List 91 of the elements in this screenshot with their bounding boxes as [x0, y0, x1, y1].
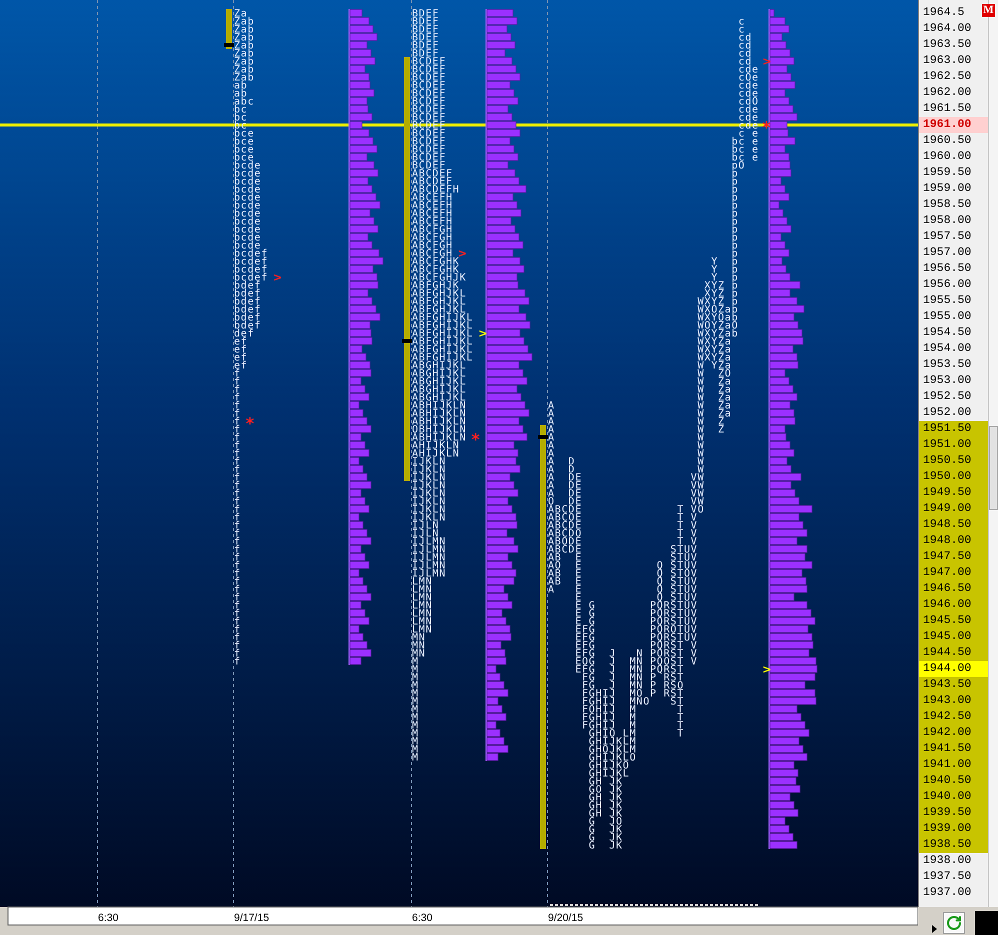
tpo-letters: p — [732, 264, 738, 276]
tpo-letters: e — [752, 128, 759, 140]
price-label: 1943.00 — [919, 693, 988, 709]
price-label: 1950.50 — [919, 453, 988, 469]
price-label: 1950.00 — [919, 469, 988, 485]
tpo-letters: p — [732, 192, 738, 204]
price-label: 1945.50 — [919, 613, 988, 629]
price-label: 1951.00 — [919, 437, 988, 453]
tpo-letters: p — [732, 288, 738, 300]
star-marker: * — [246, 414, 254, 433]
tpo-letters: e — [752, 152, 759, 164]
tpo-letters: PQROTUV — [650, 624, 698, 636]
tpo-letters: Q — [656, 592, 664, 604]
time-label: 6:30 — [98, 912, 118, 924]
price-label: 1941.00 — [919, 757, 988, 773]
tpo-letters: p — [732, 280, 738, 292]
price-label: 1939.00 — [919, 821, 988, 837]
price-label: 1945.00 — [919, 629, 988, 645]
time-label: 6:30 — [412, 912, 432, 924]
tpo-letters: PQOST — [650, 656, 684, 668]
price-label: 1949.00 — [919, 501, 988, 517]
price-label: 1948.00 — [919, 533, 988, 549]
tpo-letters: PQRSTUV — [650, 608, 698, 620]
star-marker: * — [471, 430, 480, 449]
scrollbar-thumb[interactable] — [989, 426, 998, 510]
tpo-letters: T — [677, 728, 684, 740]
tpo-letters: c — [738, 16, 746, 28]
tpo-letters: p — [732, 200, 738, 212]
tpo-letters: PQRST — [650, 664, 684, 676]
refresh-button[interactable] — [943, 912, 965, 934]
tpo-letters: G — [588, 840, 596, 852]
price-label: 1946.00 — [919, 597, 988, 613]
tpo-letters: Z — [718, 424, 725, 436]
time-label: 9/20/15 — [548, 912, 584, 924]
price-label: 1948.50 — [919, 517, 988, 533]
tpo-letters: p — [732, 232, 738, 244]
tpo-letters: Q — [656, 584, 664, 596]
tpo-letters: p — [732, 216, 738, 228]
price-label: 1940.00 — [919, 789, 988, 805]
price-label: 1939.50 — [919, 805, 988, 821]
tpo-letters: Q — [656, 568, 664, 580]
price-label: 1944.00 — [919, 661, 988, 677]
tpo-letters: p — [732, 168, 738, 180]
tpo-letters: PQRST — [650, 640, 684, 652]
tpo-letters: JK — [609, 840, 623, 852]
preview-panel — [975, 911, 998, 935]
scroll-right-arrow-icon[interactable] — [932, 925, 937, 933]
tpo-letters: WXOZap — [698, 304, 738, 316]
price-label: 1938.50 — [919, 837, 988, 853]
tpo-letters: Q — [656, 560, 664, 572]
tpo-letters: p — [732, 224, 738, 236]
tpo-letters: p — [732, 240, 738, 252]
tpo-letters: c — [738, 24, 746, 36]
price-label: 1941.50 — [919, 741, 988, 757]
price-label: 1942.00 — [919, 725, 988, 741]
tpo-letters: PQRSTUV — [650, 600, 698, 612]
tpo-letters: p — [732, 208, 738, 220]
tpo-letters: PQRSTUV — [650, 616, 698, 628]
price-label: 1949.50 — [919, 485, 988, 501]
tpo-letters: PQRSTUV — [650, 632, 698, 644]
price-label: 1951.50 — [919, 421, 988, 437]
price-label: 1942.50 — [919, 709, 988, 725]
price-label: 1944.50 — [919, 645, 988, 661]
refresh-icon — [946, 915, 962, 931]
tpo-letters: p — [732, 296, 738, 308]
tpo-letters: p — [732, 256, 738, 268]
tpo-letters: pO — [732, 160, 746, 172]
tpo-letters: A — [548, 584, 555, 596]
price-label: 1940.50 — [919, 773, 988, 789]
tpo-letters: V — [690, 656, 698, 668]
tpo-letters: Q — [656, 576, 664, 588]
price-label: 1947.00 — [919, 565, 988, 581]
arrow-marker: > — [458, 247, 468, 260]
arrow-marker: > — [273, 271, 282, 284]
tpo-letters: c — [738, 128, 746, 140]
price-label: 1946.50 — [919, 581, 988, 597]
price-label: 1961.00 — [919, 117, 988, 133]
tpo-letters: M — [412, 752, 419, 764]
tpo-letters: e — [752, 144, 759, 156]
price-label: 1947.50 — [919, 549, 988, 565]
tpo-letters: p — [732, 272, 738, 284]
star-marker: * — [762, 118, 771, 137]
tpo-letters: P — [650, 688, 657, 700]
tpo-letters: p — [732, 176, 738, 188]
tpo-letters: p — [732, 184, 738, 196]
tpo-letters: cde — [738, 120, 759, 132]
price-label: 1943.50 — [919, 677, 988, 693]
tpo-letters: f — [234, 656, 241, 668]
tpo-letters: p — [732, 248, 738, 260]
time-label: 9/17/15 — [234, 912, 270, 924]
tpo-letters: e — [752, 136, 759, 148]
